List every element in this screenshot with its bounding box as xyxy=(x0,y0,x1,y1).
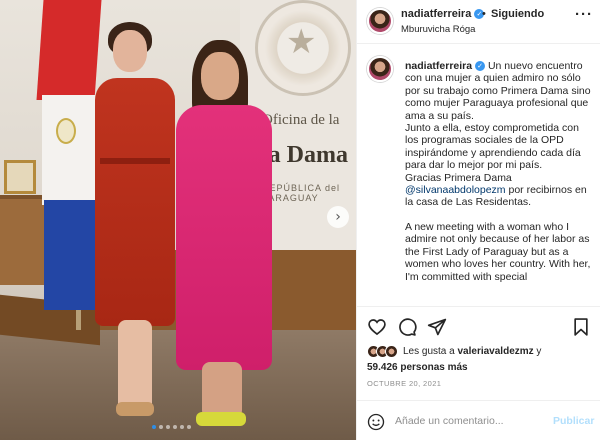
comment-input[interactable] xyxy=(395,410,545,432)
person-red-dress xyxy=(95,78,175,326)
flag-red-stripe xyxy=(36,0,102,100)
author-avatar[interactable] xyxy=(367,8,393,34)
carousel-dot xyxy=(152,425,156,429)
header-separator: • xyxy=(482,8,486,20)
person-red-belt xyxy=(100,158,170,164)
caption-line-2: Junto a ella, estoy comprometida con los… xyxy=(405,122,581,172)
caption-mention-link[interactable]: @silvanaabdolopezm xyxy=(405,184,506,196)
likes-prefix: Les gusta a xyxy=(403,346,458,357)
liker-username[interactable]: valeriavaldezmz xyxy=(457,346,533,357)
post-caption: nadiatferreira ✓ Un nuevo encuentro con … xyxy=(357,48,600,306)
comment-bar: Publicar xyxy=(357,400,600,440)
likes-count[interactable]: 59.426 personas más xyxy=(367,362,468,373)
caption-english: A new meeting with a woman who I admire … xyxy=(405,220,591,283)
more-options-icon[interactable]: ··· xyxy=(575,6,593,23)
following-button[interactable]: Siguiendo xyxy=(491,8,544,20)
author-username-text[interactable]: nadiatferreira xyxy=(401,8,471,20)
caption-avatar[interactable] xyxy=(367,56,393,82)
post-location[interactable]: Mburuvicha Róga xyxy=(401,24,475,35)
side-cabinet xyxy=(0,195,44,285)
post-date: OCTUBRE 20, 2021 xyxy=(367,379,442,388)
plaque-line-3: REPÚBLICA del PARAGUAY xyxy=(262,183,341,203)
carousel-dots xyxy=(152,425,191,429)
caption-text: nadiatferreira ✓ Un nuevo encuentro con … xyxy=(405,60,593,283)
plaque-line-1: Oficina de la xyxy=(262,112,340,128)
seal-star-icon: ★ xyxy=(286,22,317,62)
liker-avatars[interactable] xyxy=(367,345,401,359)
carousel-dot xyxy=(159,425,163,429)
likes-connector: y xyxy=(533,346,542,357)
publish-button[interactable]: Publicar xyxy=(553,415,594,427)
person-pink-legs xyxy=(202,362,242,418)
likes-text: Les gusta a valeriavaldezmz y xyxy=(403,346,541,357)
post-photo[interactable]: ★ Oficina de la ra Dama REPÚBLICA del PA… xyxy=(0,0,356,440)
flag-white-stripe xyxy=(42,95,100,205)
carousel-dot xyxy=(180,425,184,429)
post-panel: nadiatferreira ✓ • Siguiendo Mburuvicha … xyxy=(356,0,600,440)
paraguay-flag xyxy=(36,0,102,310)
bookmark-icon[interactable] xyxy=(571,317,591,337)
carousel-dot xyxy=(166,425,170,429)
person-red-legs xyxy=(118,320,152,412)
person-pink-shoes xyxy=(196,412,246,426)
post-header: nadiatferreira ✓ • Siguiendo Mburuvicha … xyxy=(357,0,600,44)
post-actions xyxy=(357,306,600,342)
flag-emblem xyxy=(56,118,76,144)
author-username[interactable]: nadiatferreira ✓ xyxy=(401,8,485,20)
carousel-dot xyxy=(187,425,191,429)
caption-line-3: Gracias Primera Dama xyxy=(405,171,512,184)
share-icon[interactable] xyxy=(427,317,447,337)
person-pink-dress xyxy=(176,105,272,370)
heart-icon[interactable] xyxy=(367,317,387,337)
caption-username[interactable]: nadiatferreira xyxy=(405,60,472,72)
likes-count-text[interactable]: 59.426 personas más xyxy=(367,362,468,373)
comment-icon[interactable] xyxy=(397,317,417,337)
framed-picture xyxy=(4,160,36,194)
carousel-next-button[interactable]: › xyxy=(327,206,349,228)
person-red-shoes xyxy=(116,402,154,416)
likes-summary: Les gusta a valeriavaldezmz y 59.426 per… xyxy=(367,345,597,379)
carousel-dot xyxy=(173,425,177,429)
liker-avatar xyxy=(385,345,398,358)
person-red-head xyxy=(113,30,147,72)
caption-verified-icon: ✓ xyxy=(475,61,486,71)
person-pink-head xyxy=(201,52,239,100)
emoji-icon[interactable] xyxy=(367,413,385,431)
flag-blue-stripe xyxy=(44,200,102,310)
